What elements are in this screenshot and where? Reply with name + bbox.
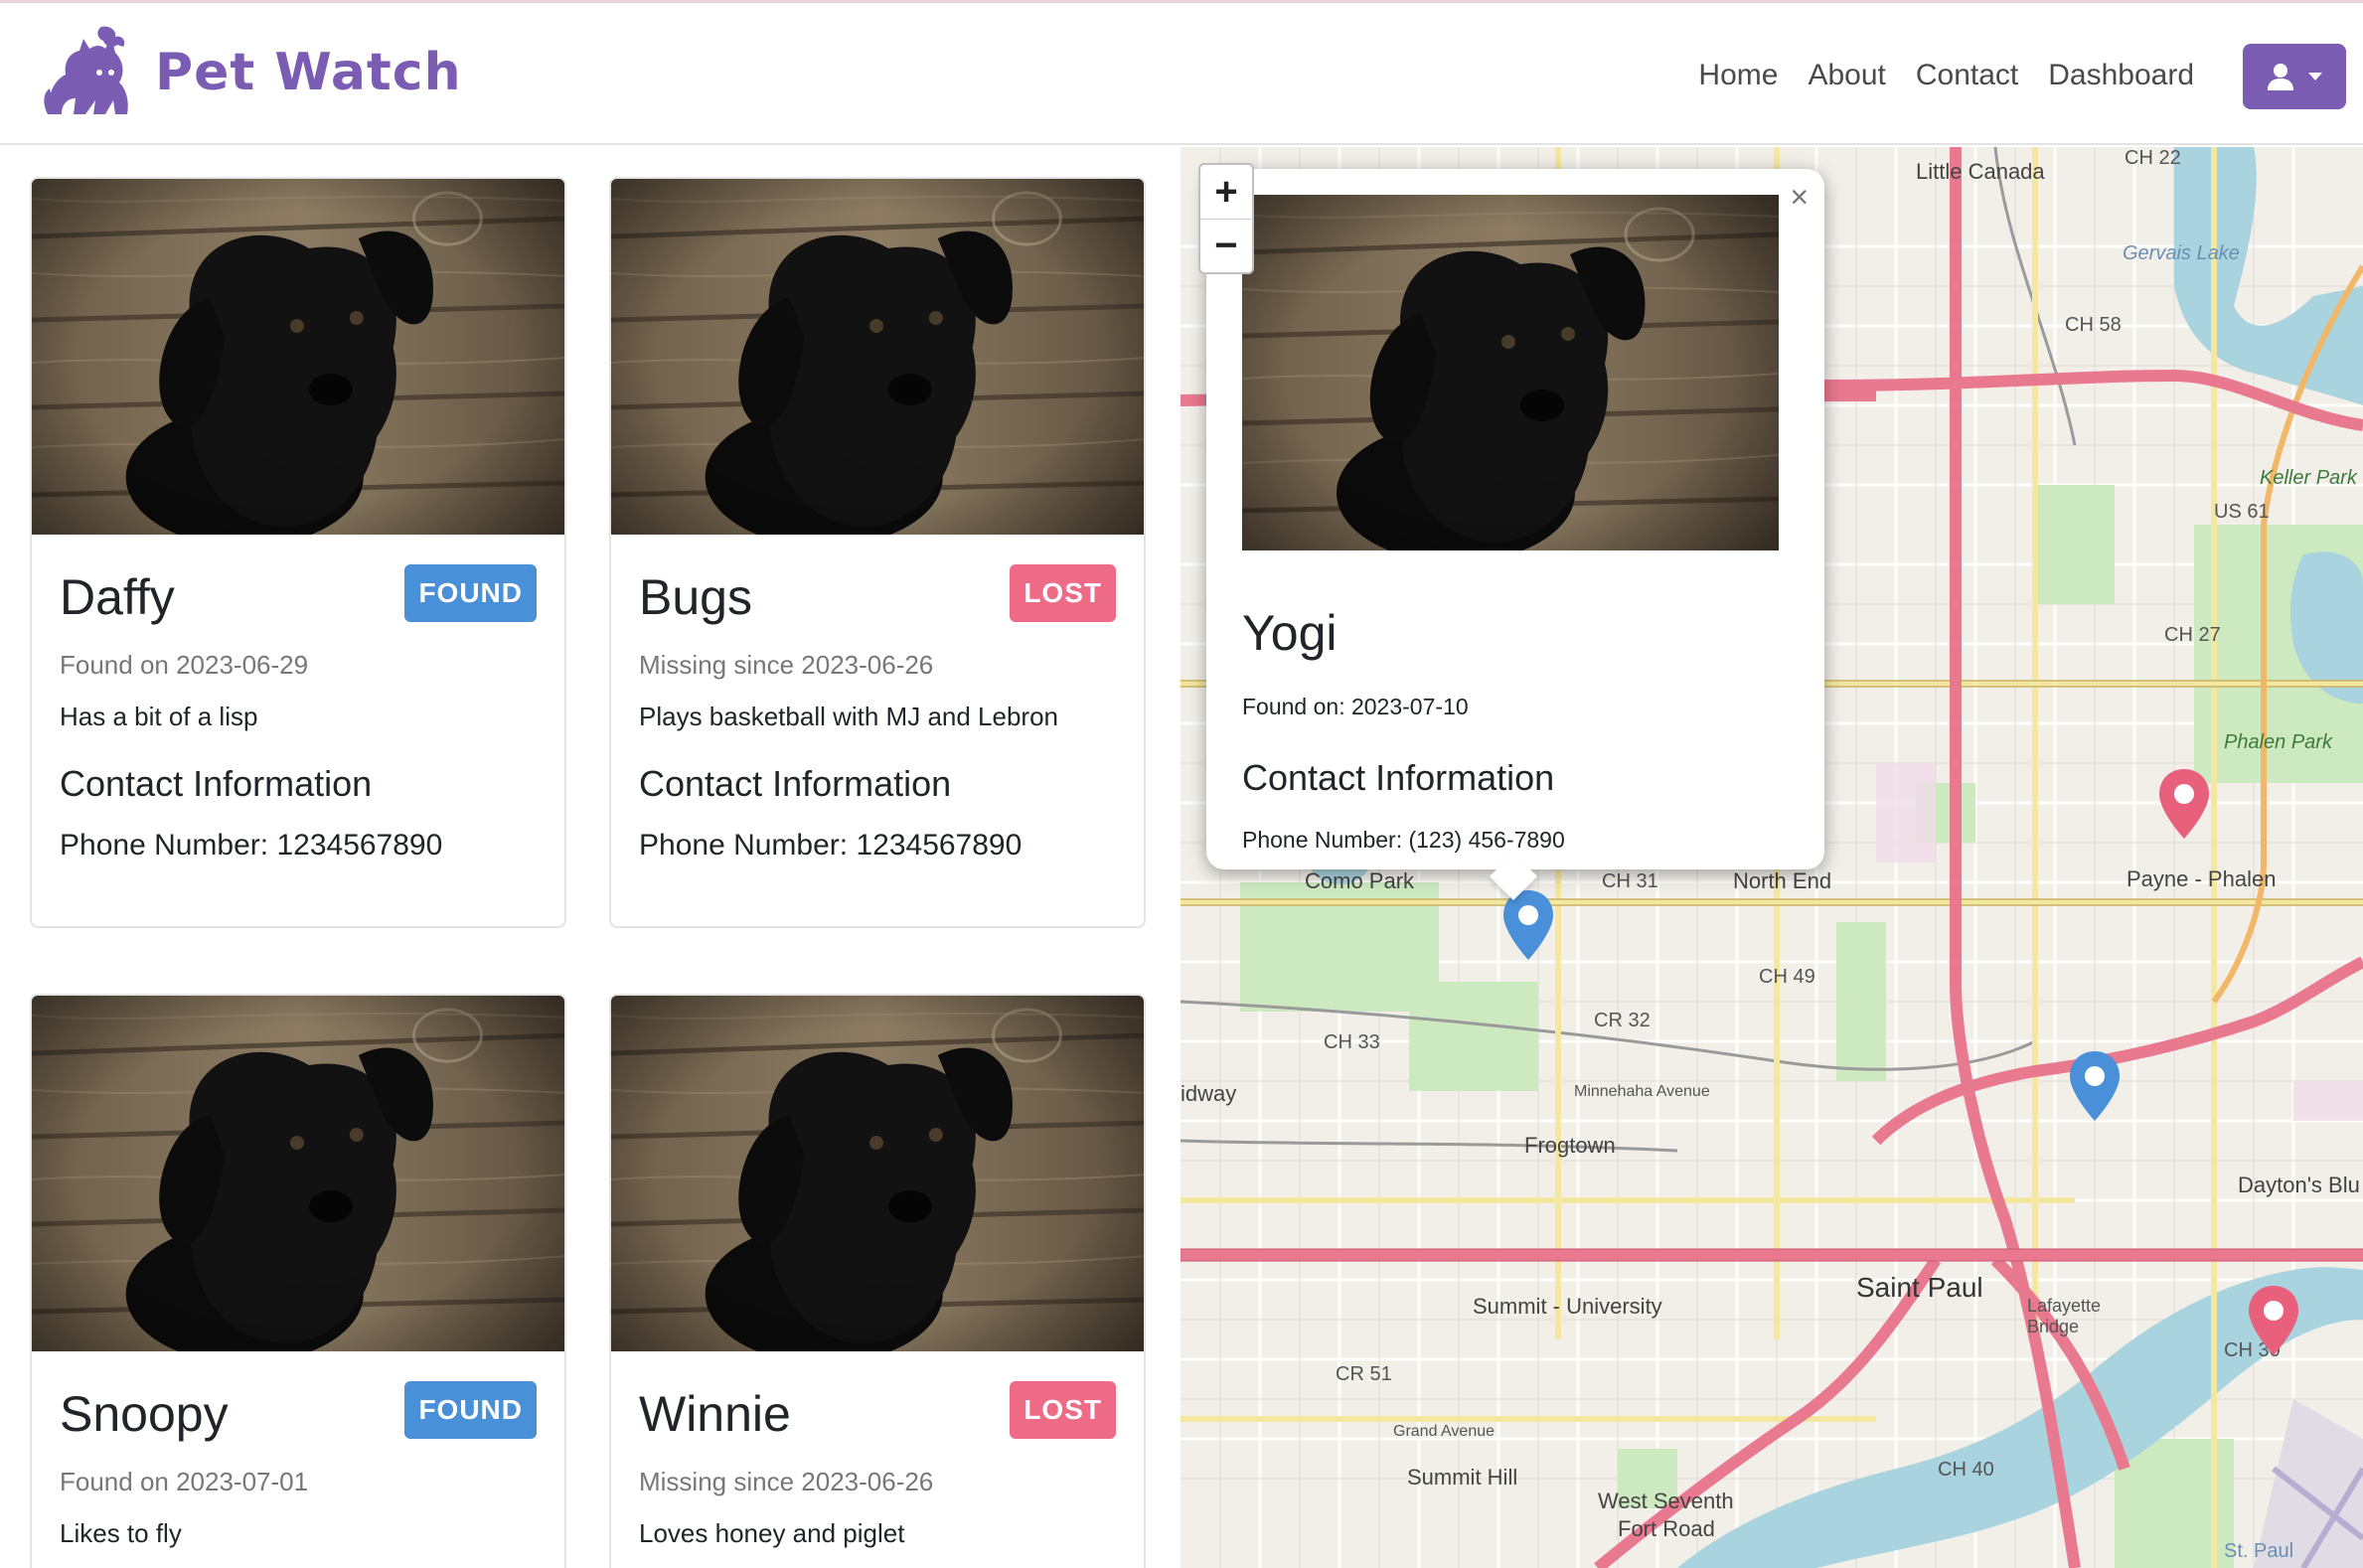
map-label: Como Park — [1305, 868, 1415, 893]
close-icon[interactable]: × — [1790, 179, 1809, 216]
navbar: Pet Watch Home About Contact Dashboard — [0, 3, 2363, 145]
map-label: Frogtown — [1524, 1133, 1616, 1158]
map-label: CH 22 — [2125, 147, 2181, 169]
zoom-control: + − — [1198, 163, 1254, 274]
pet-card-grid: Daffy FOUND Found on 2023-06-29 Has a bi… — [0, 147, 1181, 1568]
status-badge: LOST — [1010, 1381, 1116, 1439]
map-label: Little Canada — [1916, 159, 2045, 184]
map-label: Minnehaha Avenue — [1574, 1083, 1710, 1100]
map-pin-icon[interactable] — [2246, 1284, 2301, 1357]
pet-description: Has a bit of a lisp — [60, 702, 258, 731]
map-label: CH 33 — [1324, 1031, 1380, 1053]
map-label: Fort Road — [1618, 1516, 1715, 1541]
map-label: CH 40 — [1938, 1459, 1994, 1481]
map-pin-icon[interactable] — [1500, 888, 1556, 962]
map-label: CH 31 — [1602, 870, 1658, 892]
brand[interactable]: Pet Watch — [40, 23, 462, 122]
pet-date: Missing since 2023-06-26 — [639, 1467, 934, 1496]
pet-date: Missing since 2023-06-26 — [639, 650, 934, 680]
pet-name: Snoopy — [60, 1386, 229, 1442]
status-badge: LOST — [1010, 564, 1116, 622]
map-label: Summit Hill — [1407, 1465, 1518, 1490]
pet-photo — [611, 179, 1146, 535]
user-menu-button[interactable] — [2243, 44, 2346, 109]
nav-home[interactable]: Home — [1698, 59, 1778, 92]
pet-photo — [32, 996, 566, 1351]
map-label: Saint Paul — [1856, 1272, 1983, 1303]
pet-photo — [1242, 195, 1779, 550]
pet-photo — [32, 179, 566, 535]
map-label: North End — [1733, 868, 1832, 893]
pet-name: Winnie — [639, 1386, 791, 1442]
nav-links: Home About Contact Dashboard — [1698, 59, 2194, 92]
contact-heading: Contact Information — [60, 763, 373, 804]
brand-name: Pet Watch — [155, 43, 462, 102]
map-pin-icon[interactable] — [2156, 767, 2212, 841]
map-label: idway — [1181, 1081, 1237, 1106]
pet-card[interactable]: Bugs LOST Missing since 2023-06-26 Plays… — [609, 177, 1146, 928]
pet-description: Loves honey and piglet — [639, 1518, 905, 1548]
zoom-in-button[interactable]: + — [1200, 165, 1252, 219]
status-badge: FOUND — [404, 564, 537, 622]
map-label: CH 58 — [2065, 314, 2122, 336]
popup-phone: Phone Number: (123) 456-7890 — [1242, 827, 1565, 853]
pet-date: Found on 2023-06-29 — [60, 650, 309, 680]
pet-name: Daffy — [60, 569, 175, 625]
map-label: Grand Avenue — [1393, 1423, 1496, 1440]
map-label: US 61 — [2214, 501, 2270, 523]
user-icon — [2268, 64, 2293, 90]
map-pin-icon[interactable] — [2067, 1049, 2123, 1123]
map-label: Dayton's Blu — [2238, 1173, 2360, 1197]
contact-heading: Contact Information — [639, 763, 952, 804]
map-label: West Seventh — [1598, 1489, 1734, 1513]
nav-dashboard[interactable]: Dashboard — [2048, 59, 2194, 92]
caret-down-icon — [2308, 73, 2322, 80]
map-label: Payne - Phalen — [2127, 866, 2277, 891]
phone-number: Phone Number: 1234567890 — [639, 829, 1023, 862]
map-label: Keller Park — [2260, 467, 2357, 489]
map-label: CR 51 — [1336, 1363, 1392, 1385]
popup-pet-name: Yogi — [1242, 605, 1338, 661]
map-label: CH 27 — [2164, 624, 2221, 646]
map-label: CR 32 — [1594, 1010, 1651, 1031]
status-badge: FOUND — [404, 1381, 537, 1439]
pet-date: Found on 2023-07-01 — [60, 1467, 309, 1496]
pet-card[interactable]: Daffy FOUND Found on 2023-06-29 Has a bi… — [30, 177, 566, 928]
phone-number: Phone Number: 1234567890 — [60, 829, 443, 862]
map-popup: × Yogi Found on: 2023-07-10 Contact Info… — [1206, 169, 1824, 901]
map-label: Summit - University — [1473, 1294, 1662, 1319]
map-label: Gervais Lake — [2123, 242, 2240, 264]
pet-description: Plays basketball with MJ and Lebron — [639, 702, 1059, 731]
pet-logo-icon — [44, 26, 128, 114]
map-label: CH 49 — [1759, 966, 1815, 988]
nav-contact[interactable]: Contact — [1916, 59, 2018, 92]
popup-date: Found on: 2023-07-10 — [1242, 694, 1469, 719]
map-label: St. Paul — [2224, 1540, 2294, 1562]
pet-photo — [611, 996, 1146, 1351]
pet-description: Likes to fly — [60, 1518, 182, 1548]
map-label: Lafayette Bridge — [2027, 1296, 2102, 1336]
map-label: Phalen Park — [2224, 731, 2332, 753]
nav-about[interactable]: About — [1808, 59, 1885, 92]
zoom-out-button[interactable]: − — [1200, 219, 1252, 272]
map-view[interactable]: Little Canada CH 22 Gervais Lake CH 58 K… — [1181, 147, 2363, 1568]
pet-card[interactable]: Snoopy FOUND Found on 2023-07-01 Likes t… — [30, 994, 566, 1568]
popup-contact-heading: Contact Information — [1242, 757, 1555, 798]
pet-name: Bugs — [639, 569, 752, 625]
pet-card[interactable]: Winnie LOST Missing since 2023-06-26 Lov… — [609, 994, 1146, 1568]
